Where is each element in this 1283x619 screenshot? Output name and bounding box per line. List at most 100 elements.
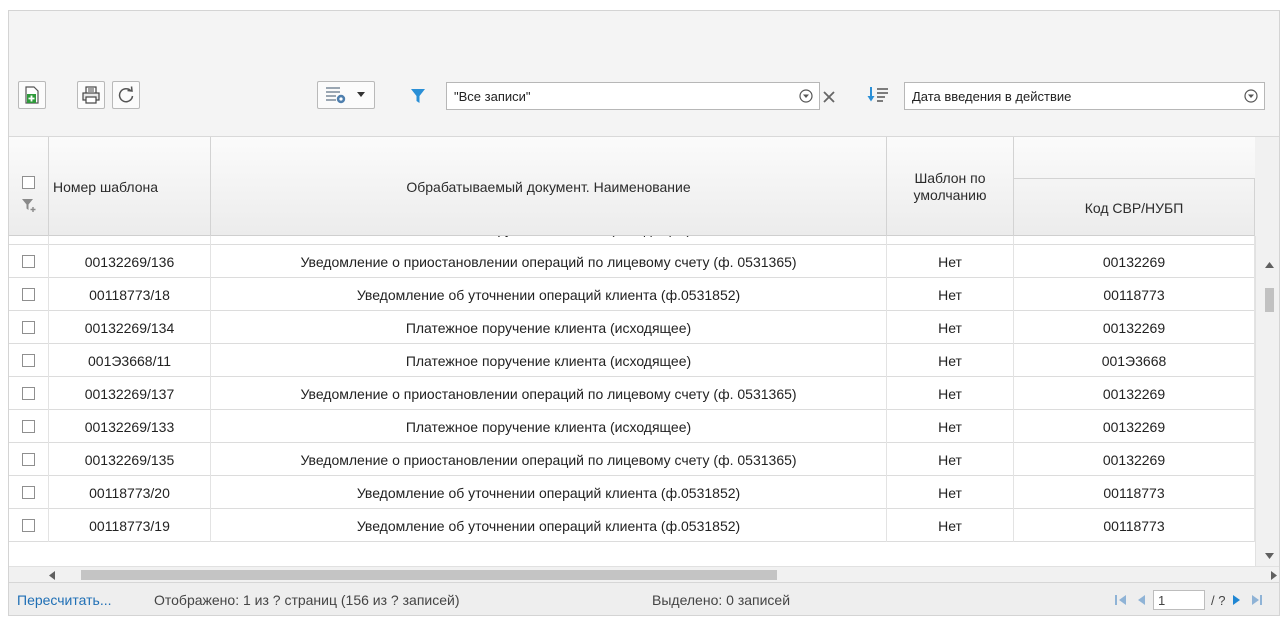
horizontal-scrollbar[interactable] bbox=[9, 566, 1279, 582]
print-button[interactable] bbox=[77, 81, 105, 109]
table-row[interactable]: 00118773/20 Уведомление об уточнении опе… bbox=[9, 476, 1255, 509]
first-page-icon[interactable] bbox=[1115, 594, 1129, 606]
grid-body: 001Э3668/12 Платежное поручение клиента … bbox=[9, 236, 1255, 566]
grid-window: "Все записи" Дата введения в действие Но… bbox=[8, 10, 1280, 616]
cell-default: Нет bbox=[887, 410, 1014, 443]
table-row[interactable]: 001Э3668/12 Платежное поручение клиента … bbox=[9, 236, 1255, 245]
row-checkbox[interactable] bbox=[22, 420, 35, 433]
header-filter-icon[interactable] bbox=[21, 197, 37, 213]
chevron-down-icon bbox=[357, 92, 365, 97]
table-row[interactable]: 00132269/136 Уведомление о приостановлен… bbox=[9, 245, 1255, 278]
vertical-scroll-thumb[interactable] bbox=[1265, 288, 1274, 312]
column-header-code-group: Код СВР/НУБП bbox=[1014, 137, 1255, 236]
cell-number: 00132269/135 bbox=[49, 443, 211, 476]
toolbar: "Все записи" Дата введения в действие bbox=[9, 11, 1279, 137]
cell-number: 00118773/20 bbox=[49, 476, 211, 509]
scroll-down-icon[interactable] bbox=[1265, 553, 1274, 560]
row-checkbox[interactable] bbox=[22, 453, 35, 466]
cell-document: Уведомление об уточнении операций клиент… bbox=[211, 476, 887, 509]
row-checkbox-cell bbox=[9, 278, 49, 311]
clear-icon[interactable] bbox=[821, 89, 837, 105]
cell-document: Уведомление об уточнении операций клиент… bbox=[211, 509, 887, 542]
sort-select[interactable]: Дата введения в действие bbox=[904, 82, 1265, 110]
column-header-number[interactable]: Номер шаблона bbox=[49, 137, 211, 236]
sort-select-value: Дата введения в действие bbox=[912, 88, 1072, 104]
cell-document: Платежное поручение клиента (исходящее) bbox=[211, 311, 887, 344]
selected-status: Выделено: 0 записей bbox=[652, 592, 791, 608]
table-row[interactable]: 001Э3668/11 Платежное поручение клиента … bbox=[9, 344, 1255, 377]
filter-icon[interactable] bbox=[409, 87, 427, 105]
page-number-input[interactable]: 1 bbox=[1153, 590, 1205, 610]
cell-code: 00132269 bbox=[1014, 377, 1255, 410]
status-bar: Пересчитать... Отображено: 1 из ? страни… bbox=[9, 582, 1279, 615]
column-header-document[interactable]: Обрабатываемый документ. Наименование bbox=[211, 137, 887, 236]
cell-default: Нет bbox=[887, 311, 1014, 344]
cell-code: 001Э3668 bbox=[1014, 344, 1255, 377]
row-checkbox-cell bbox=[9, 410, 49, 443]
row-checkbox-cell bbox=[9, 236, 49, 245]
row-checkbox[interactable] bbox=[22, 486, 35, 499]
cell-default: Нет bbox=[887, 476, 1014, 509]
row-checkbox-cell bbox=[9, 245, 49, 278]
scroll-up-icon[interactable] bbox=[1265, 261, 1274, 268]
cell-number: 001Э3668/11 bbox=[49, 344, 211, 377]
grid-header: Номер шаблона Обрабатываемый документ. Н… bbox=[9, 137, 1255, 236]
cell-code: 00118773 bbox=[1014, 476, 1255, 509]
prev-page-icon[interactable] bbox=[1135, 594, 1147, 606]
cell-code: 00118773 bbox=[1014, 278, 1255, 311]
scroll-right-icon[interactable] bbox=[1271, 571, 1278, 580]
row-checkbox[interactable] bbox=[22, 519, 35, 532]
column-header-default[interactable]: Шаблон по умолчанию bbox=[887, 137, 1014, 236]
row-checkbox[interactable] bbox=[22, 354, 35, 367]
last-page-icon[interactable] bbox=[1249, 594, 1263, 606]
cell-document: Уведомление о приостановлении операций п… bbox=[211, 443, 887, 476]
cell-number: 00132269/136 bbox=[49, 245, 211, 278]
columns-settings-icon bbox=[326, 87, 346, 104]
row-checkbox-cell bbox=[9, 443, 49, 476]
filter-select[interactable]: "Все записи" bbox=[446, 82, 820, 110]
cell-default: Нет bbox=[887, 278, 1014, 311]
table-row[interactable]: 00132269/135 Уведомление о приостановлен… bbox=[9, 443, 1255, 476]
refresh-button[interactable] bbox=[112, 81, 140, 109]
column-group-top bbox=[1014, 137, 1255, 179]
select-all-checkbox[interactable] bbox=[22, 176, 35, 189]
cell-number: 00132269/134 bbox=[49, 311, 211, 344]
column-header-code[interactable]: Код СВР/НУБП bbox=[1014, 179, 1255, 236]
cell-number: 00132269/137 bbox=[49, 377, 211, 410]
displayed-status: Отображено: 1 из ? страниц (156 из ? зап… bbox=[154, 592, 460, 608]
table-row[interactable]: 00118773/19 Уведомление об уточнении опе… bbox=[9, 509, 1255, 542]
table-row[interactable]: 00118773/18 Уведомление об уточнении опе… bbox=[9, 278, 1255, 311]
cell-code: 001Э3668 bbox=[1014, 236, 1255, 245]
vertical-scrollbar[interactable] bbox=[1255, 236, 1279, 566]
add-button[interactable] bbox=[18, 81, 46, 109]
row-checkbox[interactable] bbox=[22, 321, 35, 334]
table-row[interactable]: 00132269/133 Платежное поручение клиента… bbox=[9, 410, 1255, 443]
cell-code: 00132269 bbox=[1014, 443, 1255, 476]
row-checkbox[interactable] bbox=[22, 255, 35, 268]
filter-select-value: "Все записи" bbox=[454, 88, 531, 104]
cell-default: Нет bbox=[887, 236, 1014, 245]
filter-dropdown-icon[interactable] bbox=[793, 89, 819, 103]
row-checkbox[interactable] bbox=[22, 288, 35, 301]
cell-document: Уведомление об уточнении операций клиент… bbox=[211, 278, 887, 311]
row-checkbox[interactable] bbox=[22, 387, 35, 400]
sort-icon[interactable] bbox=[867, 85, 889, 105]
select-all-column bbox=[9, 137, 49, 236]
sort-dropdown-icon[interactable] bbox=[1238, 89, 1264, 103]
cell-code: 00132269 bbox=[1014, 410, 1255, 443]
pager: 1 / ? bbox=[1115, 590, 1263, 610]
cell-document: Платежное поручение клиента (исходящее) bbox=[211, 410, 887, 443]
table-row[interactable]: 00132269/134 Платежное поручение клиента… bbox=[9, 311, 1255, 344]
columns-settings-button[interactable] bbox=[317, 81, 375, 109]
refresh-icon bbox=[118, 86, 134, 103]
cell-default: Нет bbox=[887, 509, 1014, 542]
scroll-left-icon[interactable] bbox=[48, 571, 55, 580]
next-page-icon[interactable] bbox=[1231, 594, 1243, 606]
cell-code: 00132269 bbox=[1014, 311, 1255, 344]
horizontal-scroll-thumb[interactable] bbox=[81, 570, 777, 580]
recount-link[interactable]: Пересчитать... bbox=[17, 592, 112, 608]
cell-default: Нет bbox=[887, 344, 1014, 377]
header-scroll-filler bbox=[1255, 137, 1279, 236]
table-row[interactable]: 00132269/137 Уведомление о приостановлен… bbox=[9, 377, 1255, 410]
cell-default: Нет bbox=[887, 377, 1014, 410]
